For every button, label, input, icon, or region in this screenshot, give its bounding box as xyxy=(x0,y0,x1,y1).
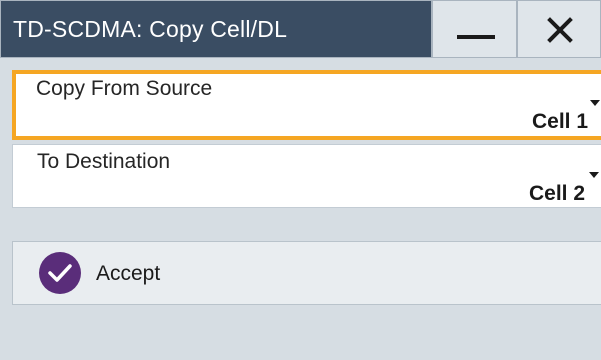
minimize-icon xyxy=(457,35,495,39)
close-icon xyxy=(547,17,573,43)
accept-button[interactable]: Accept xyxy=(12,241,601,305)
source-cell-select[interactable]: Copy From Source Cell 1 xyxy=(12,70,601,140)
copy-cell-dialog: TD-SCDMA: Copy Cell/DL Copy From Source … xyxy=(0,0,601,360)
source-label: Copy From Source xyxy=(36,77,213,100)
source-value: Cell 1 xyxy=(531,110,588,133)
dropdown-arrow-icon xyxy=(590,100,600,106)
checkmark-icon xyxy=(39,252,81,294)
minimize-button[interactable] xyxy=(432,0,517,58)
close-button[interactable] xyxy=(517,0,601,58)
dropdown-arrow-icon xyxy=(589,172,599,178)
destination-cell-select[interactable]: To Destination Cell 2 xyxy=(12,144,601,208)
accept-label: Accept xyxy=(96,262,161,285)
destination-value: Cell 2 xyxy=(528,182,585,205)
dialog-title: TD-SCDMA: Copy Cell/DL xyxy=(0,0,432,58)
title-bar: TD-SCDMA: Copy Cell/DL xyxy=(0,0,601,58)
destination-label: To Destination xyxy=(37,150,171,173)
